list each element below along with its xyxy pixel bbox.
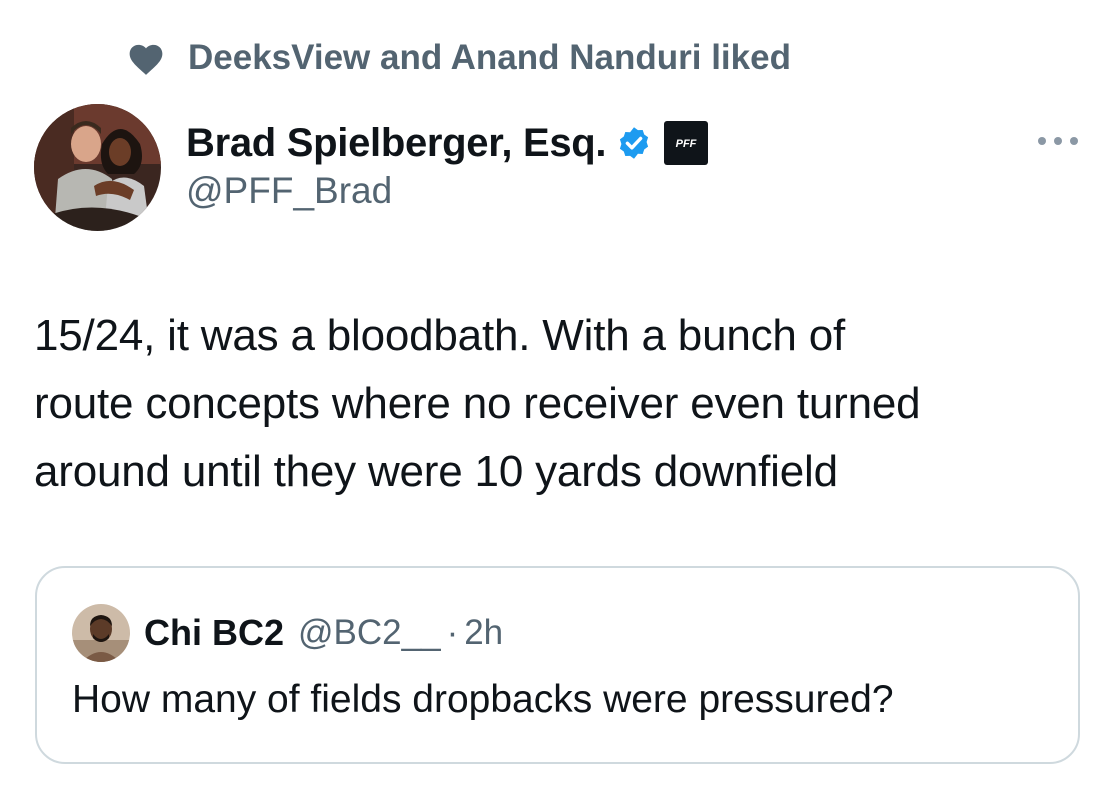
quoted-tweet-card[interactable]: Chi BC2 @BC2__ · 2h How many of fields d…: [35, 566, 1080, 764]
author-display-name[interactable]: Brad Spielberger, Esq.: [186, 121, 607, 166]
tweet-text: 15/24, it was a bloodbath. With a bunch …: [34, 302, 1064, 506]
quoted-author-name[interactable]: Chi BC2: [144, 612, 284, 654]
quoted-tweet-text: How many of fields dropbacks were pressu…: [72, 678, 894, 721]
tweet-text-line: around until they were 10 yards downfiel…: [34, 447, 838, 496]
pff-affiliation-badge[interactable]: PFF: [664, 121, 709, 165]
separator-dot: ·: [446, 613, 459, 652]
more-horizontal-icon: [1037, 136, 1079, 146]
verified-badge-icon[interactable]: [616, 125, 652, 161]
author-name-row[interactable]: Brad Spielberger, Esq. PFF: [186, 118, 709, 168]
heart-icon: [126, 40, 166, 76]
quoted-tweet-header: Chi BC2 @BC2__ · 2h: [72, 603, 503, 663]
quoted-author-avatar[interactable]: [72, 604, 130, 662]
quoted-tweet-timestamp[interactable]: 2h: [464, 613, 503, 653]
author-handle[interactable]: @PFF_Brad: [186, 170, 392, 212]
more-options-button[interactable]: [1034, 128, 1082, 154]
tweet-text-line: route concepts where no receiver even tu…: [34, 379, 921, 428]
quoted-author-handle[interactable]: @BC2__: [298, 613, 441, 653]
tweet-text-line: 15/24, it was a bloodbath. With a bunch …: [34, 311, 846, 360]
pff-badge-label: PFF: [676, 138, 697, 150]
social-context-text: DeeksView and Anand Nanduri liked: [188, 38, 791, 77]
social-context[interactable]: DeeksView and Anand Nanduri liked: [126, 36, 791, 80]
author-avatar[interactable]: [34, 104, 161, 231]
